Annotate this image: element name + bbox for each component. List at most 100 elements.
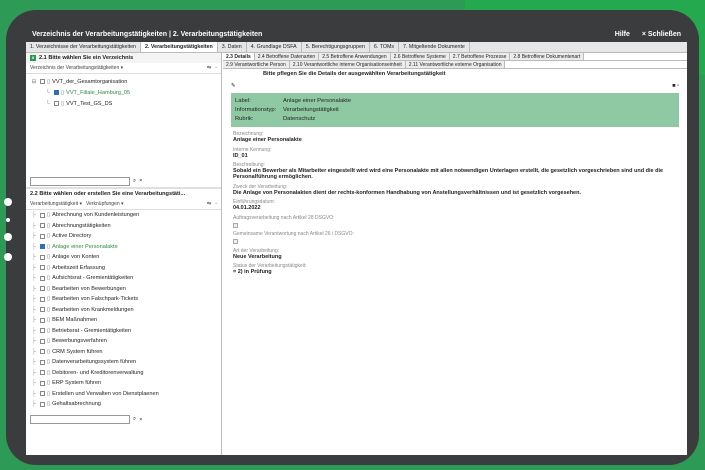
activity-search-input[interactable] (30, 415, 130, 424)
checkbox[interactable] (40, 233, 45, 239)
list-item[interactable]: ├ ▯ CRM System führen (30, 347, 217, 358)
document-icon: ▯ (47, 275, 51, 282)
checkbox[interactable] (40, 380, 45, 386)
list-item[interactable]: ├ ▯ ERP System führen (30, 378, 217, 389)
tab-verzeichnisse[interactable]: 1. Verzeichnisse der Verarbeitungstätigk… (26, 42, 142, 52)
window-icon[interactable]: ▫ (215, 201, 217, 207)
checkbox[interactable] (40, 401, 45, 407)
checkbox[interactable] (40, 254, 45, 260)
tree-node[interactable]: ⊟ ▯ VVT_der_Gesamtorganisation (30, 76, 217, 87)
checkbox[interactable] (40, 265, 45, 271)
activity-dropdown[interactable]: Verarbeitungstätigkeit ▾ (30, 201, 82, 207)
document-icon: ▯ (61, 89, 65, 96)
tree-node-label: VVT_Filiale_Hamburg_05 (66, 89, 131, 96)
info-icon[interactable]: ■ (672, 83, 675, 89)
links-dropdown[interactable]: Verknüpfungen ▾ (86, 201, 124, 207)
list-item[interactable]: ├ ▯ Anlage einer Personalakte (30, 242, 217, 253)
tab-details[interactable]: 2.3 Details (223, 53, 255, 60)
document-icon: ▯ (47, 390, 51, 397)
tree-node[interactable]: └ ▯ VVT_Filiale_Hamburg_05 (30, 87, 217, 98)
close-button[interactable]: × Schließen (642, 31, 681, 38)
checkbox[interactable] (40, 359, 45, 365)
checkbox[interactable] (40, 296, 45, 302)
tree-connector: └ (46, 100, 50, 107)
list-item[interactable]: ├ ▯ Betriebsrat - Gremientätigkeiten (30, 326, 217, 337)
list-item[interactable]: ├ ▯ Bearbeiten von Bewerbungen (30, 284, 217, 295)
checkbox[interactable] (40, 370, 45, 376)
tab-daten[interactable]: 3. Daten (218, 42, 247, 52)
auftragsverarbeitung-checkbox[interactable] (233, 222, 238, 228)
checkbox[interactable] (54, 90, 59, 95)
field-value: Neue Verarbeitung (233, 253, 282, 260)
tab-anwendungen[interactable]: 2.5 Betroffene Anwendungen (319, 53, 391, 60)
tab-grundlage-dsfa[interactable]: 4. Grundlage DSFA (247, 42, 302, 52)
clear-icon[interactable]: × (139, 417, 142, 423)
window-icon[interactable]: ▫ (215, 65, 217, 71)
checkbox[interactable] (40, 328, 45, 334)
list-item[interactable]: ├ ▯ Arbeitszeit Erfassung (30, 263, 217, 274)
tab-verarbeitungstaetigkeiten[interactable]: 2. Verarbeitungstätigkeiten (141, 42, 218, 52)
tab-externe-organisation[interactable]: 2.11 Verantwortliche externe Organisatio… (405, 61, 506, 68)
checkbox[interactable] (40, 317, 45, 323)
checkbox[interactable] (54, 101, 59, 106)
list-item[interactable]: ├ ▯ Gehaltsabrechnung (30, 399, 217, 410)
list-item[interactable]: ├ ▯ Abrechnung von Kundenleistungen (30, 210, 217, 221)
tab-systeme[interactable]: 2.6 Betroffene Systeme (390, 53, 450, 60)
list-item[interactable]: ├ ▯ Bearbeiten von Falschpark-Tickets (30, 294, 217, 305)
help-button[interactable]: Hilfe (615, 31, 630, 38)
window-icon[interactable]: ▫ (677, 83, 679, 89)
tab-interne-organisation[interactable]: 2.10 Verantwortliche interne Organisatio… (289, 61, 406, 68)
card-value: Datenschutz (283, 115, 316, 122)
directory-search-input[interactable] (30, 176, 130, 186)
tab-datenarten[interactable]: 2.4 Betroffene Datenarten (254, 53, 320, 60)
activity-list: ├ ▯ Abrechnung von Kundenleistungen ├ ▯ Abre… (26, 210, 221, 410)
list-item[interactable]: ├ ▯ Bearbeiten von Krankmeldungen (30, 305, 217, 316)
checkbox[interactable] (40, 391, 45, 397)
tab-berechtigungsgruppen[interactable]: 5. Berechtigungsgruppen (302, 42, 370, 52)
checkbox[interactable] (40, 79, 45, 84)
list-item[interactable]: ├ ▯ Aufsichtsrat - Gremientätigkeiten (30, 273, 217, 284)
list-item[interactable]: ├ ▯ Erstellen und Verwalten von Dienstplae… (30, 389, 217, 400)
checkbox[interactable] (40, 338, 45, 344)
field-label: Gemeinsame Verantwortung nach Artikel 26… (233, 231, 354, 237)
document-icon: ▯ (47, 222, 51, 229)
document-icon: ▯ (47, 401, 51, 408)
search-icon[interactable]: ⌕ (133, 178, 136, 185)
list-item[interactable]: ├ ▯ Bewerbungsverfahren (30, 336, 217, 347)
main-tabs: 1. Verzeichnisse der Verarbeitungstätigk… (26, 42, 687, 53)
search-icon[interactable]: ⌕ (133, 416, 136, 423)
list-item[interactable]: ├ ▯ Debitoren- und Kreditorenverwaltung (30, 368, 217, 379)
tab-prozesse[interactable]: 2.7 Betroffene Prozesse (449, 53, 511, 60)
checkbox[interactable] (40, 286, 45, 292)
checkbox[interactable] (40, 212, 45, 218)
field-kennung: Interne Kennung: ID_01 (233, 147, 677, 159)
tree-node[interactable]: └ ▯ VVT_Test_GS_DS (30, 98, 217, 109)
clear-icon[interactable]: × (139, 178, 142, 184)
list-item-label: Abrechnungstätigkeiten (52, 222, 111, 229)
tab-verantwortliche-person[interactable]: 2.9 Verantwortliche Person (223, 61, 290, 68)
list-item[interactable]: ├ ▯ Active Directory (30, 231, 217, 242)
document-icon: ▯ (47, 338, 51, 345)
tab-mitgeltende-dokumente[interactable]: 7. Mitgeltende Dokumente (399, 42, 470, 52)
edit-icon[interactable]: ✎ (231, 83, 236, 89)
tab-dokumentenart[interactable]: 2.8 Betroffene Dokumentenart (510, 53, 585, 60)
tab-toms[interactable]: 6. TOMs (370, 42, 400, 52)
gemeinsame-verantwortung-checkbox[interactable] (233, 239, 238, 244)
checkbox[interactable] (40, 223, 45, 229)
list-item[interactable]: ├ ▯ Datenverarbeitungssystem führen (30, 357, 217, 368)
list-item[interactable]: ├ ▯ BEM Maßnahmen (30, 315, 217, 326)
collapse-icon[interactable]: ⊟ (30, 79, 38, 85)
checkbox[interactable] (40, 244, 45, 250)
directory-dropdown[interactable]: Verzeichnis der Verarbeitungstätigkeiten… (30, 65, 123, 71)
checkbox[interactable] (40, 349, 45, 355)
checkbox[interactable] (40, 275, 45, 281)
field-value: = 2) in Prüfung (233, 269, 272, 275)
list-item[interactable]: ├ ▯ Anlage von Konten (30, 252, 217, 263)
excel-icon: x (30, 55, 36, 61)
list-item[interactable]: ├ ▯ Abrechnungstätigkeiten (30, 221, 217, 232)
link-icon[interactable]: ⇆ (207, 65, 211, 71)
detail-hint: Bitte pflegen Sie die Details der ausgew… (263, 71, 446, 77)
document-icon: ▯ (47, 348, 51, 355)
checkbox[interactable] (40, 307, 45, 313)
link-icon[interactable]: ⇆ (207, 201, 211, 207)
